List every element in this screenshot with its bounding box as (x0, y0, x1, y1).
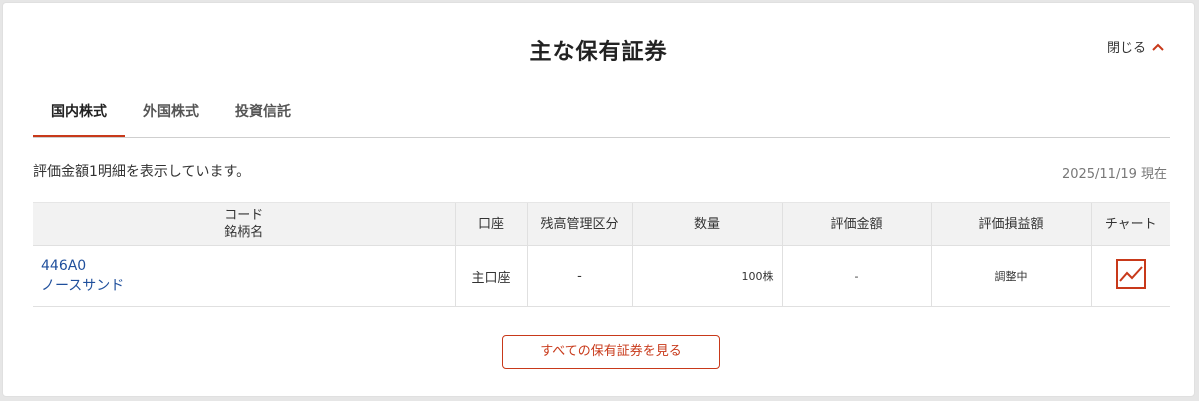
cell-code-name: 446A0 ノースサンド (33, 245, 455, 307)
header-valuation: 評価金額 (781, 202, 931, 246)
cell-account: 主口座 (454, 245, 527, 307)
holdings-table: コード 銘柄名 口座 残高管理区分 数量 評価金額 評価損益額 チャート 446… (33, 202, 1170, 307)
header-code-name: コード 銘柄名 (33, 202, 455, 246)
cell-balance-type: - (526, 245, 632, 307)
tab-domestic-stocks[interactable]: 国内株式 (33, 96, 125, 137)
chart-button[interactable] (1115, 259, 1146, 293)
summary-note: 評価金額1明細を表示しています。 (33, 164, 251, 180)
close-label: 閉じる (1106, 41, 1146, 56)
cell-pnl: 調整中 (930, 245, 1091, 307)
view-all-holdings-button[interactable]: すべての保有証券を見る (502, 335, 720, 369)
header-pnl: 評価損益額 (930, 202, 1091, 246)
header-chart: チャート (1090, 202, 1170, 246)
page-title: 主な保有証券 (529, 40, 668, 65)
security-name-link[interactable]: ノースサンド (41, 276, 455, 296)
header-balance-type: 残高管理区分 (526, 202, 632, 246)
as-of-date: 2025/11/19 現在 (1061, 167, 1167, 182)
close-button[interactable]: 閉じる (1107, 37, 1164, 56)
header-code: コード (224, 208, 264, 223)
table-row: 446A0 ノースサンド 主口座 - 100株 - 調整中 (33, 245, 1170, 307)
header-account: 口座 (454, 202, 527, 246)
header-name: 銘柄名 (224, 225, 264, 240)
security-code-link[interactable]: 446A0 (41, 256, 455, 276)
tab-bar: 国内株式 外国株式 投資信託 (33, 96, 1170, 138)
line-chart-icon (1115, 259, 1146, 289)
tab-investment-trusts[interactable]: 投資信託 (217, 96, 309, 137)
cell-chart (1090, 245, 1170, 307)
header-quantity: 数量 (631, 202, 782, 246)
tab-foreign-stocks[interactable]: 外国株式 (125, 96, 217, 137)
holdings-panel: 主な保有証券 閉じる 国内株式 外国株式 投資信託 評価金額1明細を表示していま… (2, 2, 1195, 397)
table-header-row: コード 銘柄名 口座 残高管理区分 数量 評価金額 評価損益額 チャート (33, 202, 1170, 246)
chevron-up-icon (1152, 43, 1164, 51)
cell-valuation: - (781, 245, 931, 307)
cell-quantity: 100株 (631, 245, 782, 307)
